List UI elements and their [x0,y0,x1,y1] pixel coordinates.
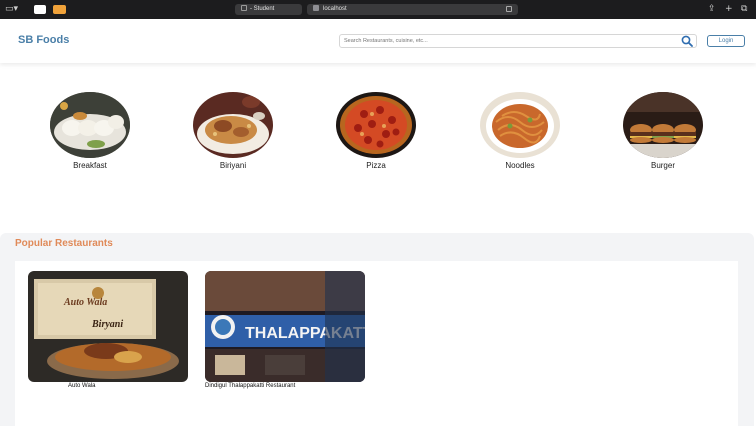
category-burger[interactable]: Burger [621,92,705,170]
restaurant-card[interactable]: THALAPPAKATTI Dindigul Thalappakatti Res… [205,271,365,389]
category-label: Burger [650,161,675,170]
category-breakfast[interactable]: Breakfast [48,92,132,170]
category-label: Breakfast [73,161,107,170]
site-icon [313,5,319,12]
restaurant-name[interactable]: Auto Wala [28,383,188,389]
profile-icon[interactable] [34,5,46,14]
address-bar[interactable]: localhost [307,4,518,15]
extension-icon[interactable] [53,5,66,14]
section-title: Popular Restaurants [15,238,113,249]
site-logo[interactable]: SB Foods [18,34,69,46]
category-pizza[interactable]: Pizza [334,92,418,170]
sidebar-toggle-icon[interactable]: ▭▾ [5,4,18,15]
search-icon[interactable] [681,35,693,47]
category-label: Pizza [366,161,386,170]
share-icon[interactable]: ⇪ [708,4,716,15]
category-image [623,92,703,158]
login-button[interactable]: Login [707,35,745,47]
category-noodles[interactable]: Noodles [478,92,562,170]
restaurant-name[interactable]: Dindigul Thalappakatti Restaurant [205,383,365,389]
browser-toolbar: ▭▾ - Student localhost ⇪ + ⧉ [0,0,756,19]
reader-icon[interactable] [506,6,512,12]
browser-tab[interactable]: - Student [235,4,302,15]
restaurant-card[interactable]: Auto Wala Biryani Auto Wala [28,271,188,389]
site-header: SB Foods Login [0,19,756,63]
search-input[interactable] [339,34,697,48]
tab-icon [241,5,247,12]
restaurant-sign: Auto Wala [63,297,107,308]
tab-overview-icon[interactable]: ⧉ [741,4,747,15]
popular-restaurants-section: Popular Restaurants Auto Wala Biryani Au… [0,233,754,426]
restaurant-image: THALAPPAKATTI [205,271,365,382]
category-image [336,92,416,158]
category-biriyani[interactable]: Biriyani [191,92,275,170]
category-image [193,92,273,158]
new-tab-icon[interactable]: + [725,4,733,15]
restaurant-image: Auto Wala Biryani [28,271,188,382]
category-label: Noodles [505,161,535,170]
restaurant-sign-subtitle: Biryani [91,319,123,330]
restaurant-list: Auto Wala Biryani Auto Wala THALAPPAKATT… [15,261,738,426]
category-image [480,92,560,158]
address-text: localhost [323,6,347,12]
tab-title: - Student [250,6,275,12]
category-image [50,92,130,158]
category-label: Biriyani [219,161,247,170]
